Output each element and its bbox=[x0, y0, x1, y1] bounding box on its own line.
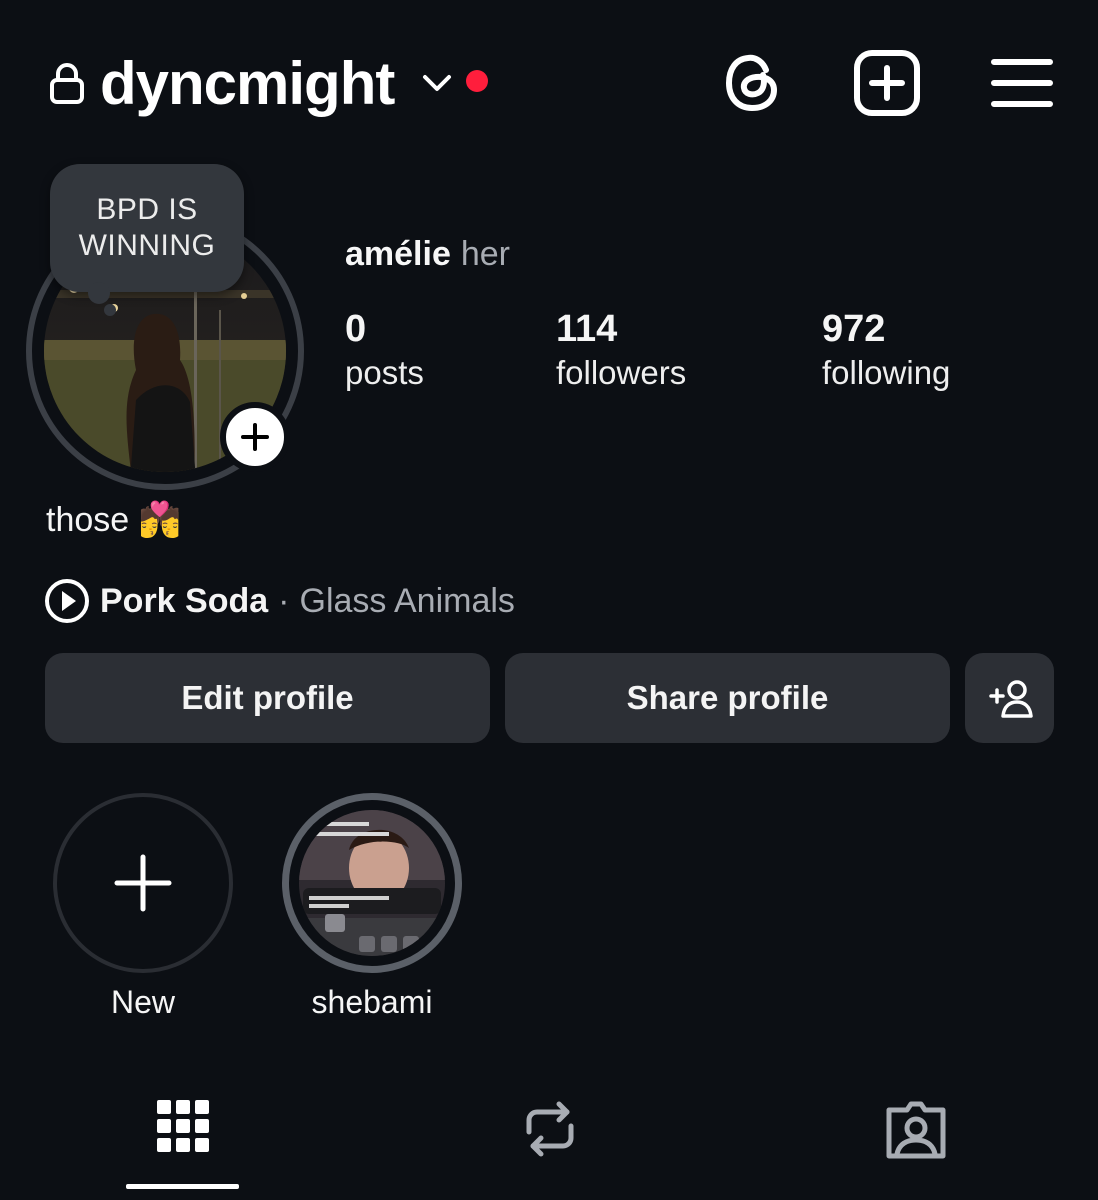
posts-count: 0 bbox=[345, 308, 367, 350]
active-tab-indicator bbox=[126, 1184, 239, 1189]
note-tail bbox=[104, 304, 116, 316]
chevron-down-icon[interactable] bbox=[420, 70, 454, 96]
plus-icon bbox=[114, 854, 172, 912]
highlight-label: New bbox=[110, 984, 175, 1020]
create-post-icon[interactable] bbox=[852, 48, 922, 118]
lock-icon bbox=[50, 63, 84, 104]
plus-icon bbox=[241, 423, 269, 451]
artist-name: Glass Animals bbox=[299, 581, 515, 620]
share-profile-button[interactable]: Share profile bbox=[505, 653, 950, 743]
followers-label[interactable]: followers bbox=[556, 352, 686, 394]
threads-icon[interactable] bbox=[718, 48, 788, 118]
pronouns: her bbox=[460, 235, 510, 273]
reposts-icon[interactable] bbox=[517, 1096, 583, 1162]
following-label[interactable]: following bbox=[822, 352, 950, 394]
highlight-label: shebami bbox=[311, 984, 433, 1020]
note-bubble[interactable]: BPD IS WINNING bbox=[50, 164, 244, 292]
username[interactable]: dyncmight bbox=[100, 48, 395, 120]
display-name: amélie bbox=[345, 235, 451, 273]
new-highlight-button[interactable] bbox=[53, 793, 233, 973]
display-name-row: amélie her bbox=[345, 232, 510, 276]
menu-icon[interactable] bbox=[988, 48, 1058, 118]
profile-music[interactable]: Pork Soda · Glass Animals bbox=[44, 578, 515, 624]
edit-profile-button[interactable]: Edit profile bbox=[45, 653, 490, 743]
posts-label: posts bbox=[345, 354, 424, 391]
play-icon bbox=[45, 579, 89, 623]
add-story-button[interactable] bbox=[220, 402, 290, 472]
highlight-cover[interactable] bbox=[299, 810, 445, 956]
notification-dot bbox=[466, 70, 488, 92]
followers-count[interactable]: 114 bbox=[556, 306, 617, 352]
music-separator: · bbox=[278, 581, 290, 620]
add-person-icon bbox=[988, 680, 1033, 718]
bio: those 💏 bbox=[46, 501, 181, 539]
discover-people-button[interactable] bbox=[965, 653, 1054, 743]
grid-icon[interactable] bbox=[150, 1096, 216, 1162]
note-tail bbox=[88, 282, 110, 304]
tagged-icon[interactable] bbox=[883, 1096, 949, 1162]
following-count[interactable]: 972 bbox=[822, 306, 885, 352]
song-title: Pork Soda bbox=[100, 581, 269, 620]
